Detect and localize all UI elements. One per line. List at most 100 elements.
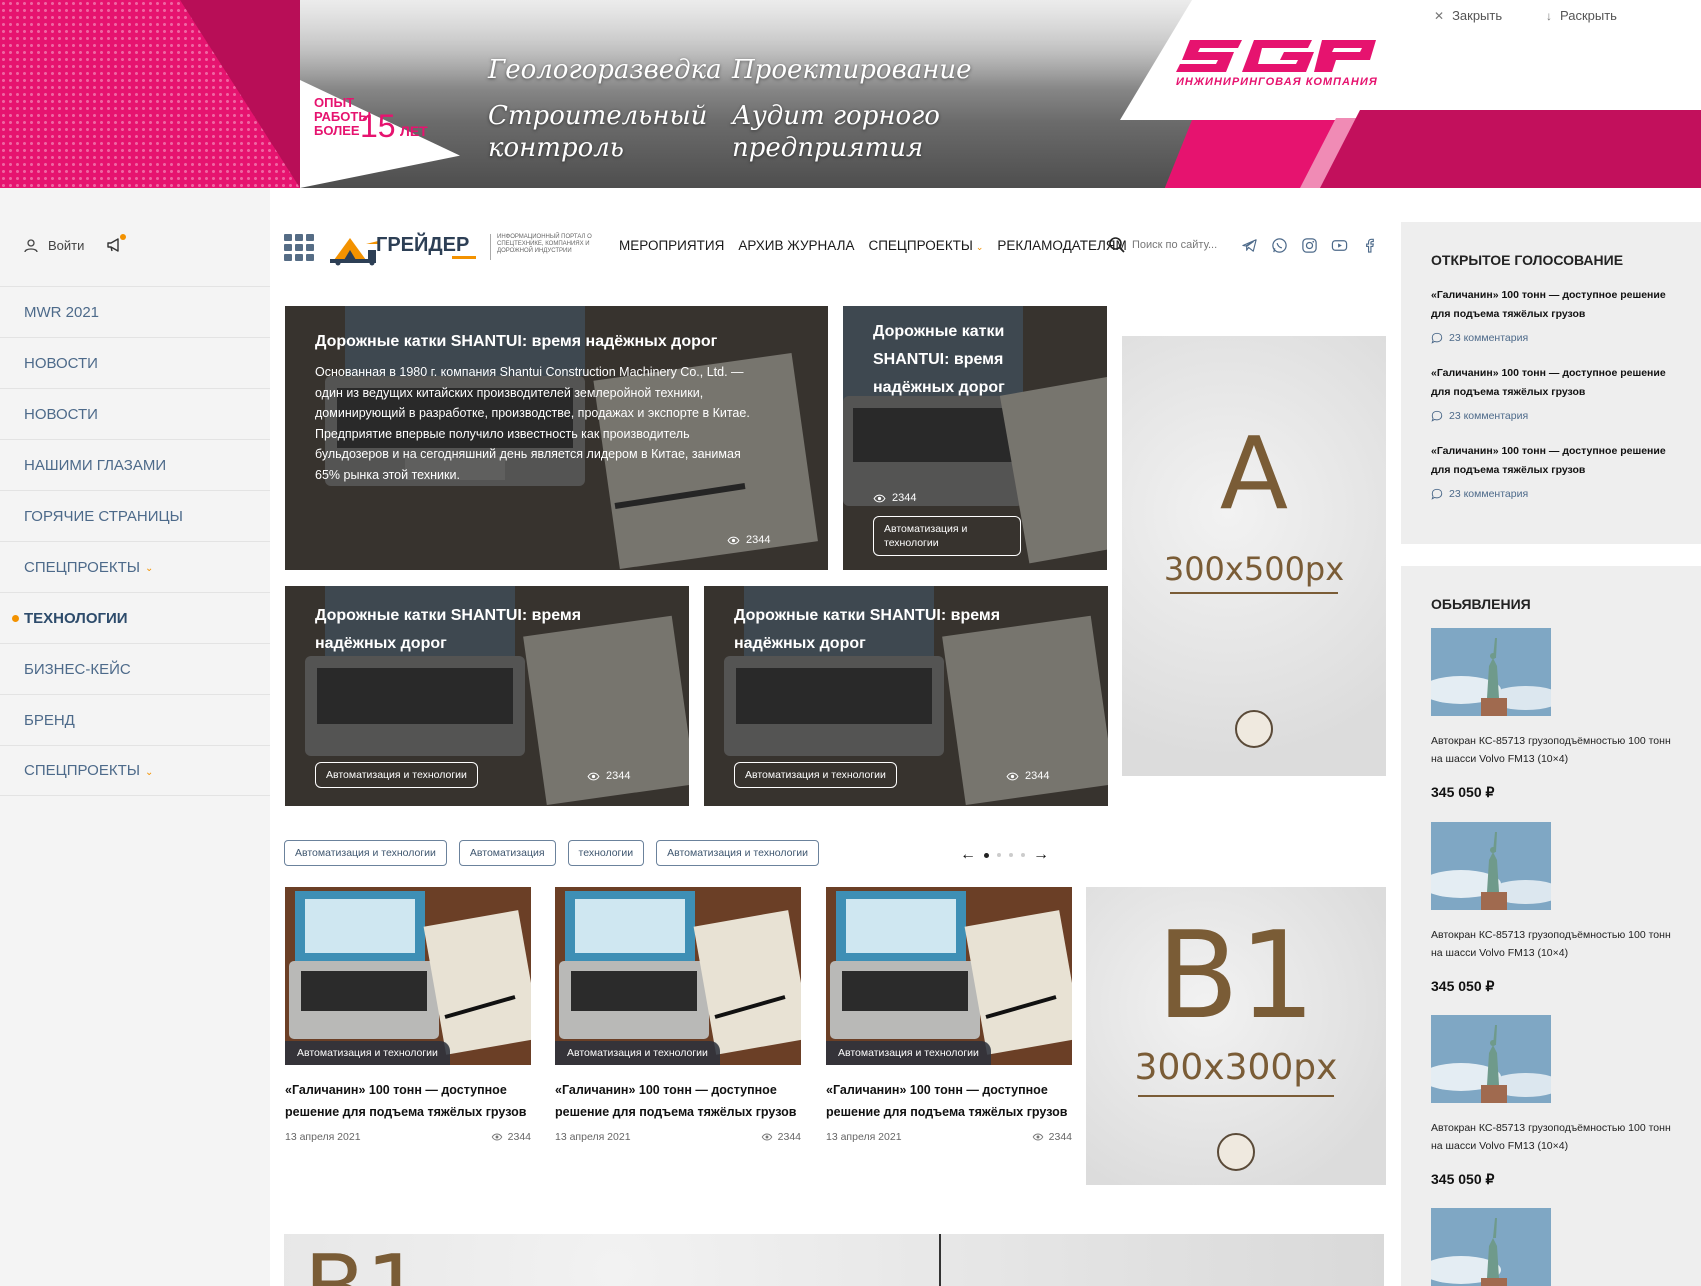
sidebar-item-business-case[interactable]: БИЗНЕС-КЕЙС — [0, 643, 270, 694]
views-count: 2344 — [507, 1131, 531, 1143]
classified-item[interactable]: Автокран КС-85713 грузоподъёмностью 100 … — [1431, 1015, 1681, 1188]
vote-comments[interactable]: 23 комментария — [1431, 410, 1671, 422]
article-date: 13 апреля 2021 — [826, 1131, 902, 1143]
chevron-down-icon: ⌄ — [145, 766, 154, 778]
ad-divider — [939, 1234, 941, 1286]
article-title[interactable]: «Галичанин» 100 тонн — доступное решение… — [285, 1079, 531, 1123]
sidebar-item-our-eyes[interactable]: НАШИМИ ГЛАЗАМИ — [0, 439, 270, 490]
card-category-tag[interactable]: Автоматизация и технологии — [734, 762, 897, 788]
classified-image[interactable] — [1431, 628, 1551, 716]
featured-row-card-2[interactable]: Дорожные катки SHANTUI: время надёжных д… — [704, 586, 1108, 806]
sidebar-item-special-projects-2[interactable]: СПЕЦПРОЕКТЫ ⌄ — [0, 745, 270, 796]
nav-events[interactable]: МЕРОПРИЯТИЯ — [619, 238, 724, 253]
ad-size: 300x500px — [1163, 550, 1345, 588]
pager-dot[interactable] — [1021, 853, 1025, 857]
tag-technologies[interactable]: технологии — [567, 840, 645, 866]
classified-image[interactable] — [1431, 1208, 1551, 1286]
eye-icon — [727, 536, 740, 544]
featured-row-card-1[interactable]: Дорожные катки SHANTUI: время надёжных д… — [285, 586, 689, 806]
notification-dot — [120, 234, 126, 240]
comment-icon — [1431, 488, 1443, 500]
vote-item[interactable]: «Галичанин» 100 тонн — доступное решение… — [1431, 442, 1671, 500]
article-category[interactable]: Автоматизация и технологии — [285, 1041, 450, 1065]
tag-automation-tech[interactable]: Автоматизация и технологии — [284, 840, 447, 866]
vote-question[interactable]: «Галичанин» 100 тонн — доступное решение… — [1431, 442, 1671, 480]
featured-side-card[interactable]: Дорожные катки SHANTUI: время надёжных д… — [843, 306, 1107, 570]
card-category-tag[interactable]: Автоматизация и технологии — [315, 762, 478, 788]
classified-description[interactable]: Автокран КС-85713 грузоподъёмностью 100 … — [1431, 926, 1681, 962]
sidebar-item-special-projects[interactable]: СПЕЦПРОЕКТЫ ⌄ — [0, 541, 270, 592]
nav-label: СПЕЦПРОЕКТЫ — [868, 238, 973, 253]
vote-item[interactable]: «Галичанин» 100 тонн — доступное решение… — [1431, 364, 1671, 422]
ad-banner-b1[interactable]: B1 300x300px — [1086, 887, 1386, 1185]
classified-image[interactable] — [1431, 822, 1551, 910]
facebook-icon[interactable] — [1360, 236, 1378, 254]
emblem-icon — [1217, 1133, 1255, 1171]
top-banner[interactable]: ОПЫТ РАБОТЫ БОЛЕЕ 15 ЛЕТ Геологоразведка… — [0, 0, 1701, 188]
classified-item[interactable]: Автокран КС-85713 грузоподъёмностью 100 … — [1431, 628, 1681, 801]
article-views: 2344 — [761, 1131, 801, 1143]
classified-item[interactable] — [1431, 1208, 1681, 1286]
ad-banner-a[interactable]: A 300x500px — [1122, 336, 1386, 776]
search-box[interactable]: Поиск по сайту... — [1108, 236, 1217, 254]
sidebar-item-technologies[interactable]: ТЕХНОЛОГИИ — [0, 592, 270, 643]
vote-comments[interactable]: 23 комментария — [1431, 488, 1671, 500]
sidebar-item-label: ТЕХНОЛОГИИ — [24, 609, 128, 627]
apps-grid-icon[interactable] — [284, 234, 314, 261]
article-category[interactable]: Автоматизация и технологии — [555, 1041, 720, 1065]
pager-dot[interactable] — [1009, 853, 1013, 857]
vote-question[interactable]: «Галичанин» 100 тонн — доступное решение… — [1431, 286, 1671, 324]
sidebar-item-brand[interactable]: БРЕНД — [0, 694, 270, 745]
sidebar-item-news[interactable]: НОВОСТИ — [0, 337, 270, 388]
nav-special-projects[interactable]: СПЕЦПРОЕКТЫ ⌄ — [868, 238, 983, 253]
pager-dot[interactable] — [997, 853, 1001, 857]
ad-underline — [1170, 592, 1338, 594]
arrow-right-icon[interactable]: → — [1033, 846, 1049, 864]
banner-close-button[interactable]: ✕ Закрыть — [1434, 8, 1502, 23]
search-input[interactable]: Поиск по сайту... — [1132, 239, 1217, 251]
arrow-left-icon[interactable]: ← — [960, 846, 976, 864]
tag-automation-tech-2[interactable]: Автоматизация и технологии — [656, 840, 820, 866]
sidebar-item-label: НОВОСТИ — [24, 405, 98, 423]
vote-item[interactable]: «Галичанин» 100 тонн — доступное решение… — [1431, 286, 1671, 344]
eye-icon — [873, 494, 886, 502]
classified-description[interactable]: Автокран КС-85713 грузоподъёмностью 100 … — [1431, 732, 1681, 768]
article-card-1[interactable]: Автоматизация и технологии «Галичанин» 1… — [285, 887, 531, 1143]
views-count: 2344 — [777, 1131, 801, 1143]
ad-banner-bottom[interactable]: B1 — [284, 1234, 1384, 1286]
sidebar-item-mwr-2021[interactable]: MWR 2021 — [0, 286, 270, 337]
arrow-down-icon: ↓ — [1546, 8, 1552, 23]
classifieds-heading: ОБЬЯВЛЕНИЯ — [1431, 596, 1531, 612]
views-count: 2344 — [892, 492, 917, 504]
sidebar-item-hot-pages[interactable]: ГОРЯЧИЕ СТРАНИЦЫ — [0, 490, 270, 541]
youtube-icon[interactable] — [1330, 236, 1348, 254]
article-title[interactable]: «Галичанин» 100 тонн — доступное решение… — [826, 1079, 1072, 1123]
login-button[interactable]: Войти — [24, 238, 84, 253]
instagram-icon[interactable] — [1300, 236, 1318, 254]
classified-description[interactable]: Автокран КС-85713 грузоподъёмностью 100 … — [1431, 1119, 1681, 1155]
vote-comments[interactable]: 23 комментария — [1431, 332, 1671, 344]
laptop-photo — [826, 887, 1072, 1065]
card-views: 2344 — [873, 492, 916, 504]
sidebar-item-news-2[interactable]: НОВОСТИ — [0, 388, 270, 439]
article-category[interactable]: Автоматизация и технологии — [826, 1041, 991, 1065]
featured-main-card[interactable]: Дорожные катки SHANTUI: время надёжных д… — [285, 306, 828, 570]
card-category-tag[interactable]: Автоматизация и технологии — [873, 516, 1021, 556]
notifications-button[interactable] — [106, 234, 126, 254]
tag-filter-row: Автоматизация и технологии Автоматизация… — [284, 840, 820, 866]
article-card-2[interactable]: Автоматизация и технологии «Галичанин» 1… — [555, 887, 801, 1143]
whatsapp-icon[interactable] — [1270, 236, 1288, 254]
banner-expand-button[interactable]: ↓ Раскрыть — [1546, 8, 1617, 23]
article-card-3[interactable]: Автоматизация и технологии «Галичанин» 1… — [826, 887, 1072, 1143]
article-image: Автоматизация и технологии — [285, 887, 531, 1065]
vote-question[interactable]: «Галичанин» 100 тонн — доступное решение… — [1431, 364, 1671, 402]
article-title[interactable]: «Галичанин» 100 тонн — доступное решение… — [555, 1079, 801, 1123]
tag-automation[interactable]: Автоматизация — [458, 840, 556, 866]
classified-item[interactable]: Автокран КС-85713 грузоподъёмностью 100 … — [1431, 822, 1681, 995]
article-date: 13 апреля 2021 — [555, 1131, 631, 1143]
telegram-icon[interactable] — [1240, 236, 1258, 254]
pager-dot[interactable] — [984, 852, 989, 858]
classified-image[interactable] — [1431, 1015, 1551, 1103]
laptop-photo — [285, 887, 531, 1065]
nav-archive[interactable]: АРХИВ ЖУРНАЛА — [738, 238, 854, 253]
